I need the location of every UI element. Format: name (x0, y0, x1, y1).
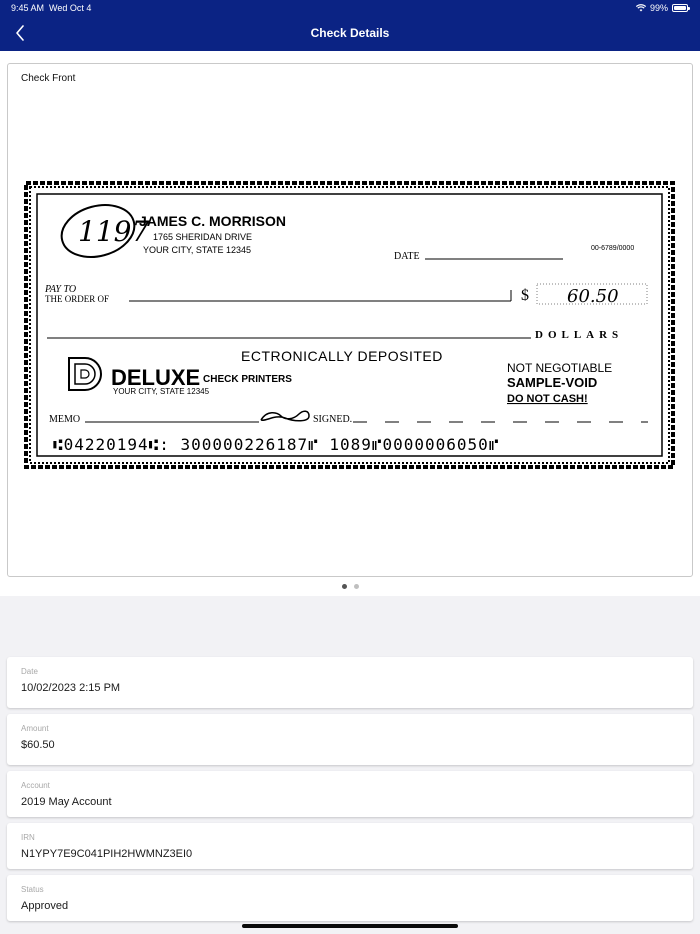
check-routing-fraction: 00-6789/0000 (591, 245, 634, 252)
check-image-card[interactable]: Check Front 1197 JAMES C. MORRISON 1765 … (7, 63, 693, 577)
check-owner-name: JAMES C. MORRISON (139, 213, 286, 229)
status-bar: 9:45 AM Wed Oct 4 99% (0, 0, 700, 16)
page-dot-1[interactable] (341, 584, 347, 589)
irn-label: IRN (21, 833, 35, 842)
irn-field: IRN N1YPY7E9C041PIH2HWMNZ3EI0 (7, 823, 693, 869)
page-title: Check Details (310, 26, 390, 40)
amount-value: $60.50 (21, 739, 55, 751)
amount-label: Amount (21, 724, 49, 733)
check-amount: 60.50 (567, 286, 619, 307)
bank-subtitle: CHECK PRINTERS (203, 374, 292, 385)
page-indicator[interactable] (0, 584, 700, 589)
status-value: Approved (21, 900, 69, 912)
status-right: 99% (635, 3, 690, 13)
wifi-icon (635, 4, 646, 12)
check-owner-address1: 1765 SHERIDAN DRIVE (153, 232, 252, 242)
check-dollars-label: DOLLARS (535, 329, 623, 341)
date-field: Date 10/02/2023 2:15 PM (7, 657, 693, 708)
date-value: 10/02/2023 2:15 PM (21, 682, 121, 694)
check-order-of-label: THE ORDER OF (45, 294, 109, 304)
check-image-carousel[interactable]: Check Front 1197 JAMES C. MORRISON 1765 … (0, 51, 700, 596)
check-dollar-sign: $ (521, 287, 529, 304)
date-label: Date (21, 667, 38, 676)
check-micr-line: ⑆04220194⑆: 300000226187⑈ 1089⑈000000605… (53, 435, 499, 454)
check-do-not-cash: DO NOT CASH! (507, 393, 588, 405)
check-owner-address2: YOUR CITY, STATE 12345 (143, 245, 251, 255)
amount-field: Amount $60.50 (7, 714, 693, 765)
bank-city: YOUR CITY, STATE 12345 (113, 387, 210, 396)
home-indicator[interactable] (242, 924, 458, 928)
check-sample-void: SAMPLE-VOID (507, 375, 597, 390)
check-not-negotiable: NOT NEGOTIABLE (507, 361, 612, 375)
account-label: Account (21, 781, 50, 790)
page-dot-2[interactable] (353, 584, 359, 589)
irn-value: N1YPY7E9C041PIH2HWMNZ3EI0 (21, 848, 193, 860)
battery-icon (672, 4, 690, 12)
check-image[interactable]: 1197 JAMES C. MORRISON 1765 SHERIDAN DRI… (23, 180, 677, 472)
check-signed-label: SIGNED. (313, 414, 352, 425)
check-date-label: DATE (394, 251, 420, 262)
check-memo-label: MEMO (49, 414, 80, 425)
navigation-bar: Check Details (0, 16, 700, 51)
status-time: 9:45 AM Wed Oct 4 (11, 3, 92, 13)
status-field: Status Approved (7, 875, 693, 921)
account-field: Account 2019 May Account (7, 771, 693, 817)
status-label: Status (21, 885, 44, 894)
check-deposit-stamp: ECTRONICALLY DEPOSITED (241, 348, 443, 364)
check-image-label: Check Front (21, 73, 76, 84)
account-value: 2019 May Account (21, 796, 112, 808)
battery-percent: 99% (649, 3, 668, 13)
